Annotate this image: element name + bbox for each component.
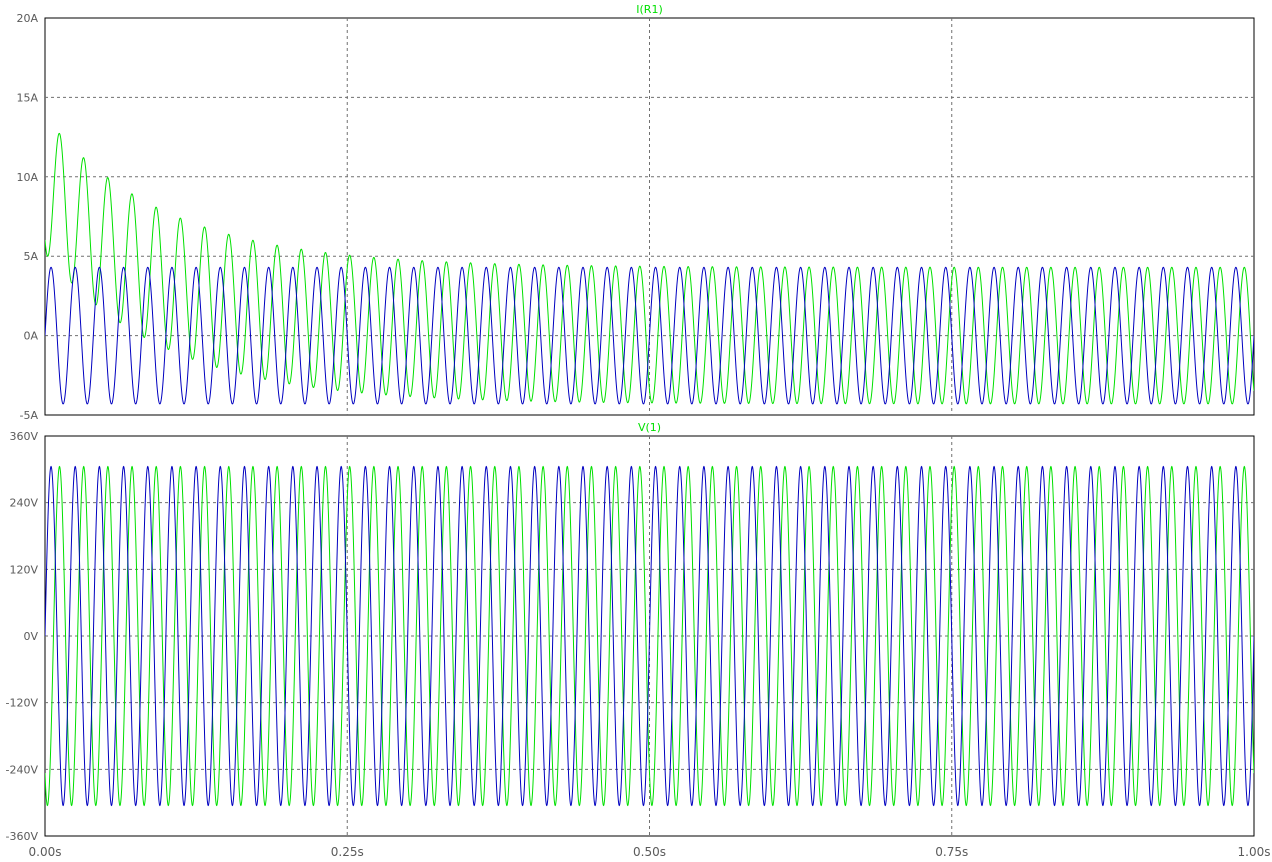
- voltage-plot-title: V(1): [638, 421, 661, 434]
- current-y-tick-label: 15A: [16, 91, 38, 104]
- x-tick-label: 0.75s: [935, 845, 968, 859]
- current-y-tick-label: 20A: [16, 12, 38, 25]
- x-tick-label: 0.00s: [29, 845, 62, 859]
- waveform-plot: 20A 15A 10A 5A 0A -5A I(R1) 360V 240V 120V 0V -120…: [6, 3, 1271, 859]
- current-panel[interactable]: 20A 15A 10A 5A 0A -5A I(R1): [16, 3, 1255, 422]
- voltage-y-tick-label: 240V: [9, 497, 38, 510]
- current-plot-title: I(R1): [636, 3, 662, 16]
- current-y-tick-label: 5A: [23, 250, 38, 263]
- voltage-y-tick-label: 0V: [23, 630, 38, 643]
- current-y-tick-label: -5A: [20, 409, 39, 422]
- x-tick-label: 0.25s: [331, 845, 364, 859]
- time-axis: 0.00s 0.25s 0.50s 0.75s 1.00s: [29, 845, 1271, 859]
- current-y-tick-label: 0A: [23, 330, 38, 343]
- voltage-y-tick-label: -360V: [6, 830, 39, 843]
- current-y-tick-label: 10A: [16, 171, 38, 184]
- x-tick-label: 0.50s: [633, 845, 666, 859]
- voltage-y-tick-label: -240V: [6, 763, 39, 776]
- voltage-y-tick-label: -120V: [6, 697, 39, 710]
- voltage-y-tick-label: 120V: [9, 563, 38, 576]
- voltage-y-tick-label: 360V: [9, 430, 38, 443]
- x-tick-label: 1.00s: [1238, 845, 1271, 859]
- voltage-panel[interactable]: 360V 240V 120V 0V -120V -240V -360V V(1): [6, 421, 1255, 843]
